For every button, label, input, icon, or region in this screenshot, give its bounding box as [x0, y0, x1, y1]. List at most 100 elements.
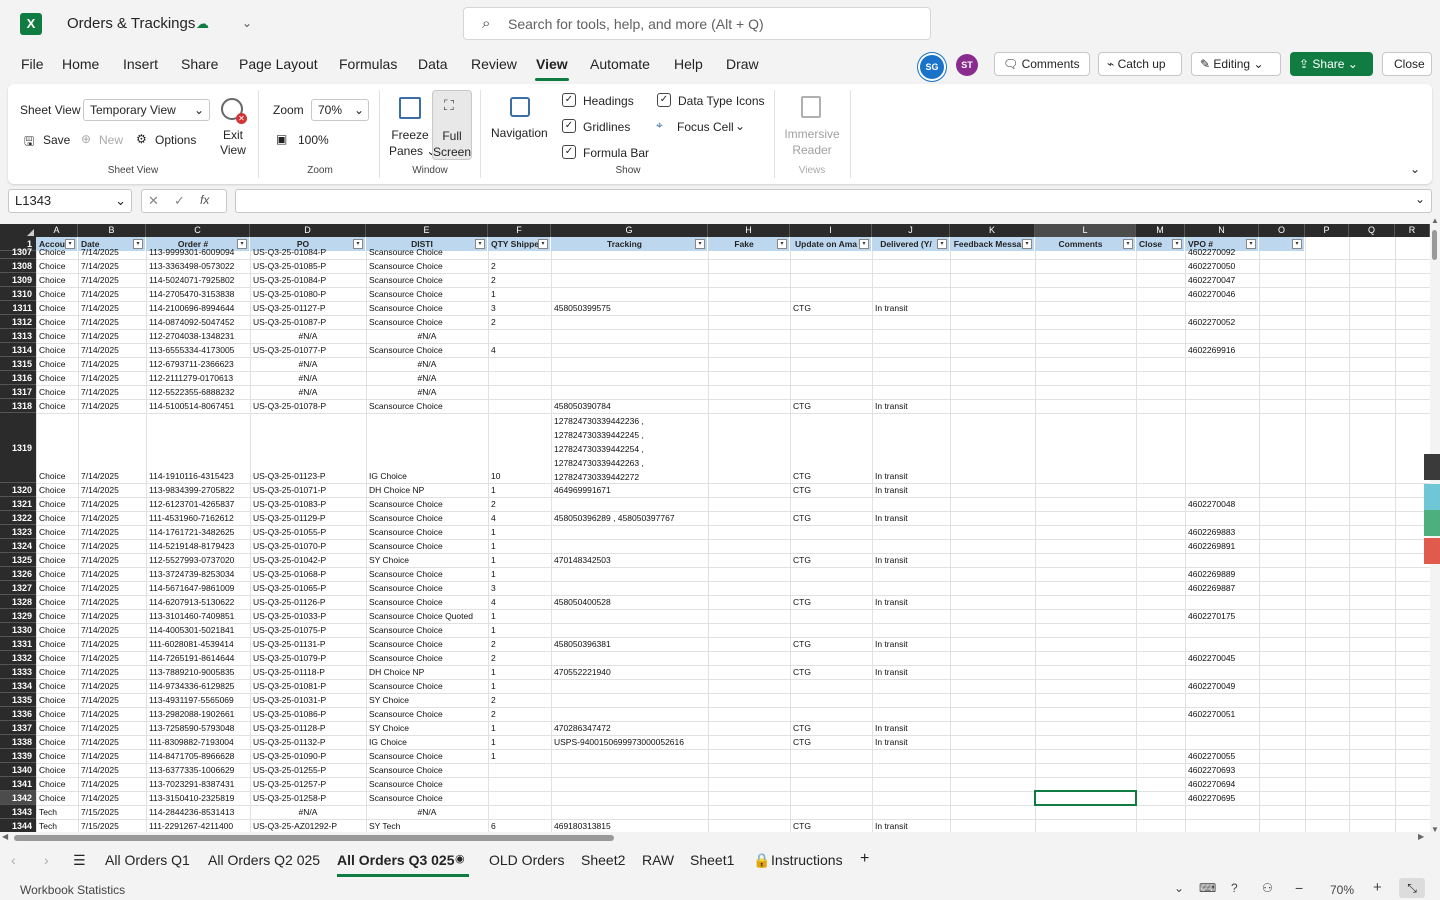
cell[interactable]: 112-2704038-1348231 — [146, 330, 250, 343]
cell[interactable]: 1 — [488, 540, 551, 553]
cell[interactable]: 7/14/2025 — [78, 372, 146, 385]
horizontal-scrollbar[interactable]: ◀ ▶ — [0, 832, 1430, 844]
cell[interactable]: Scansource Choice — [366, 274, 488, 287]
cell[interactable]: 1 — [488, 484, 551, 497]
cell[interactable]: 112-2111279-0170613 — [146, 372, 250, 385]
cell[interactable]: 4602270694 — [1185, 778, 1259, 791]
cell[interactable]: US-Q3-25-01079-P — [250, 652, 366, 665]
cell[interactable]: 114-7265191-8614644 — [146, 652, 250, 665]
cell[interactable]: SY Choice — [366, 554, 488, 567]
column-header-g[interactable]: G — [551, 224, 708, 237]
row-header[interactable]: 1333 — [0, 665, 36, 679]
cell[interactable]: 113-9834399-2705822 — [146, 484, 250, 497]
menu-data[interactable]: Data — [418, 56, 448, 72]
search-box[interactable]: ⌕ Search for tools, help, and more (Alt … — [463, 7, 931, 40]
cell[interactable]: 7/14/2025 — [78, 722, 146, 735]
row-header[interactable]: 1313 — [0, 329, 36, 343]
zoom-select[interactable]: 70% ⌄ — [311, 99, 369, 121]
cell[interactable]: US-Q3-25-01084-P — [250, 246, 366, 259]
column-header-b[interactable]: B — [78, 224, 146, 237]
cell[interactable]: CTG — [790, 736, 872, 749]
cell[interactable]: 1 — [488, 624, 551, 637]
row-header[interactable]: 1323 — [0, 525, 36, 539]
cell[interactable]: 114-5100514-8067451 — [146, 400, 250, 413]
cell[interactable]: 113-2982088-1902661 — [146, 708, 250, 721]
cell[interactable]: 112-6793711-2366623 — [146, 358, 250, 371]
cell[interactable]: 7/14/2025 — [78, 400, 146, 413]
cell[interactable]: US-Q3-25-01071-P — [250, 484, 366, 497]
menu-review[interactable]: Review — [471, 56, 517, 72]
cell[interactable]: US-Q3-25-01080-P — [250, 288, 366, 301]
cell[interactable]: US-Q3-25-01131-P — [250, 638, 366, 651]
cell[interactable]: 7/14/2025 — [78, 316, 146, 329]
cell[interactable]: 114-1761721-3482625 — [146, 526, 250, 539]
workbook-statistics[interactable]: Workbook Statistics — [20, 883, 125, 897]
cell[interactable]: 114-2844236-8531413 — [146, 806, 250, 819]
cell[interactable]: US-Q3-25-01031-P — [250, 694, 366, 707]
cell[interactable]: CTG — [790, 820, 872, 832]
cell[interactable]: 114-8471705-8966628 — [146, 750, 250, 763]
insert-function-icon[interactable]: fx — [200, 193, 209, 207]
row-header[interactable]: 1312 — [0, 315, 36, 329]
cell[interactable]: 111-4531960-7162612 — [146, 512, 250, 525]
cell[interactable]: 458050390784 — [551, 400, 708, 413]
cell[interactable]: 7/14/2025 — [78, 582, 146, 595]
cell[interactable]: US-Q3-25-01086-P — [250, 708, 366, 721]
cell[interactable]: Choice — [36, 386, 78, 399]
cell[interactable]: Choice — [36, 246, 78, 259]
cell[interactable]: Choice — [36, 568, 78, 581]
cell[interactable]: 1 — [488, 568, 551, 581]
cell[interactable]: 4602270047 — [1185, 274, 1259, 287]
cell[interactable]: 111-8309882-7193004 — [146, 736, 250, 749]
cell[interactable]: Scansource Choice — [366, 526, 488, 539]
cell[interactable]: US-Q3-25-01126-P — [250, 596, 366, 609]
cell[interactable]: Choice — [36, 582, 78, 595]
cell[interactable]: 2 — [488, 260, 551, 273]
column-header-l[interactable]: L — [1035, 224, 1136, 237]
cell[interactable]: US-Q3-25-01070-P — [250, 540, 366, 553]
cell[interactable]: 7/14/2025 — [78, 344, 146, 357]
cell[interactable]: 4 — [488, 344, 551, 357]
scroll-right-icon[interactable]: ▶ — [1418, 832, 1424, 841]
cell[interactable]: US-Q3-25-01081-P — [250, 680, 366, 693]
menu-insert[interactable]: Insert — [123, 56, 158, 72]
cell[interactable]: Choice — [36, 302, 78, 315]
cell[interactable]: DH Choice NP — [366, 666, 488, 679]
cell[interactable]: 113-3101460-7409851 — [146, 610, 250, 623]
cell[interactable]: Choice — [36, 666, 78, 679]
cell[interactable]: 112-5522355-6888232 — [146, 386, 250, 399]
tab-all-orders-q3[interactable]: All Orders Q3 025 — [337, 852, 455, 868]
cell[interactable]: #N/A — [366, 806, 488, 819]
cell[interactable]: 111-6028081-4539414 — [146, 638, 250, 651]
cell[interactable]: 7/14/2025 — [78, 764, 146, 777]
row-header[interactable]: 1342 — [0, 791, 36, 805]
confirm-icon[interactable]: ✓ — [174, 193, 185, 209]
cell[interactable]: In transit — [872, 400, 950, 413]
zoom-out-icon[interactable]: − — [1295, 880, 1303, 896]
column-header-a[interactable]: A — [36, 224, 78, 237]
cell[interactable]: US-Q3-25-01128-P — [250, 722, 366, 735]
cell[interactable]: 1 — [488, 722, 551, 735]
cell[interactable]: US-Q3-25-01257-P — [250, 778, 366, 791]
table-header-cell[interactable]: QTY Shippe ▾ — [488, 237, 551, 251]
cell[interactable]: #N/A — [366, 372, 488, 385]
cell[interactable]: #N/A — [366, 358, 488, 371]
filter-dropdown-icon[interactable]: ▾ — [1123, 239, 1133, 249]
avatar[interactable]: ST — [956, 54, 978, 76]
tab-old-orders[interactable]: OLD Orders — [489, 852, 564, 868]
cell[interactable]: 7/14/2025 — [78, 330, 146, 343]
row-header[interactable]: 1341 — [0, 777, 36, 791]
cell[interactable]: 114-2100696-8994644 — [146, 302, 250, 315]
chevron-down-icon[interactable]: ⌄ — [1415, 192, 1425, 206]
cell[interactable]: 2 — [488, 316, 551, 329]
cell[interactable]: Scansource Choice — [366, 624, 488, 637]
cell[interactable]: 4602270052 — [1185, 316, 1259, 329]
cell[interactable]: In transit — [872, 512, 950, 525]
ribbon-collapse-icon[interactable]: ⌄ — [1410, 162, 1420, 176]
cell[interactable]: 2 — [488, 498, 551, 511]
help-icon[interactable]: ? — [1231, 881, 1238, 895]
column-header-j[interactable]: J — [872, 224, 950, 237]
row-header[interactable]: 1322 — [0, 511, 36, 525]
cell[interactable]: US-Q3-25-01258-P — [250, 792, 366, 805]
cell[interactable]: 469180313815 — [551, 820, 708, 832]
